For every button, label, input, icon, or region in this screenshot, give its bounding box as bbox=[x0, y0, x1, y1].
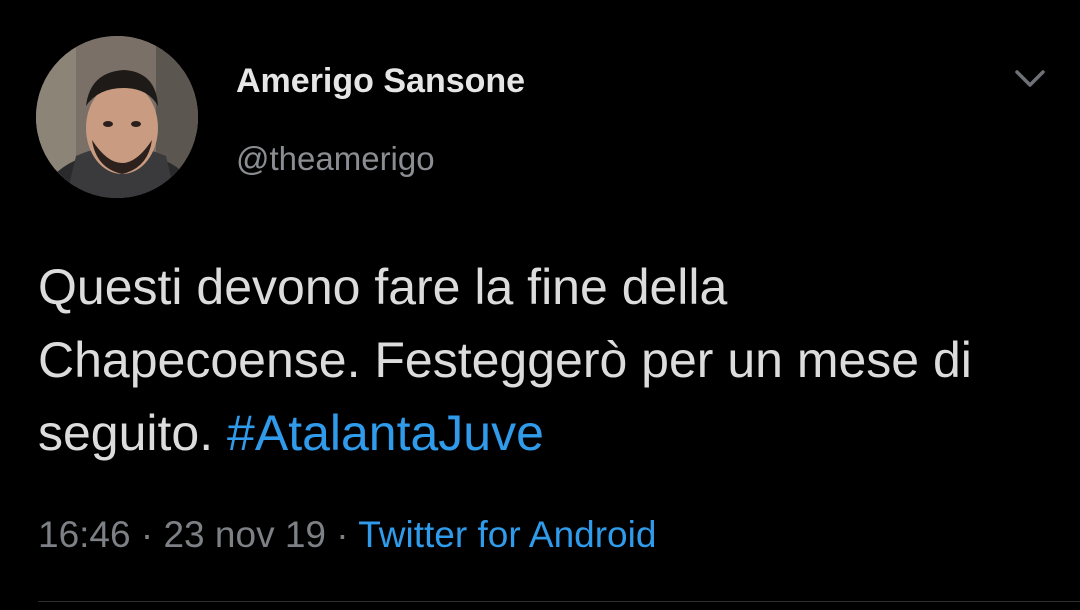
tweet-time: 16:46 bbox=[38, 514, 131, 555]
divider bbox=[38, 601, 1080, 602]
author-handle[interactable]: @theamerigo bbox=[236, 140, 435, 178]
author-name[interactable]: Amerigo Sansone bbox=[236, 62, 525, 101]
avatar[interactable] bbox=[36, 36, 198, 198]
avatar-image bbox=[36, 36, 198, 198]
tweet-date: 23 nov 19 bbox=[163, 514, 327, 555]
chevron-down-icon[interactable] bbox=[1008, 62, 1052, 96]
hashtag-link[interactable]: #AtalantaJuve bbox=[227, 405, 544, 461]
tweet-meta: 16:46 · 23 nov 19 · Twitter for Android bbox=[38, 514, 656, 556]
meta-separator: · bbox=[130, 514, 164, 555]
meta-separator: · bbox=[326, 514, 359, 555]
tweet-card: Amerigo Sansone @theamerigo Questi devon… bbox=[0, 0, 1080, 610]
tweet-text: Questi devono fare la fine della Chapeco… bbox=[38, 251, 1048, 470]
tweet-source-link[interactable]: Twitter for Android bbox=[358, 514, 656, 555]
